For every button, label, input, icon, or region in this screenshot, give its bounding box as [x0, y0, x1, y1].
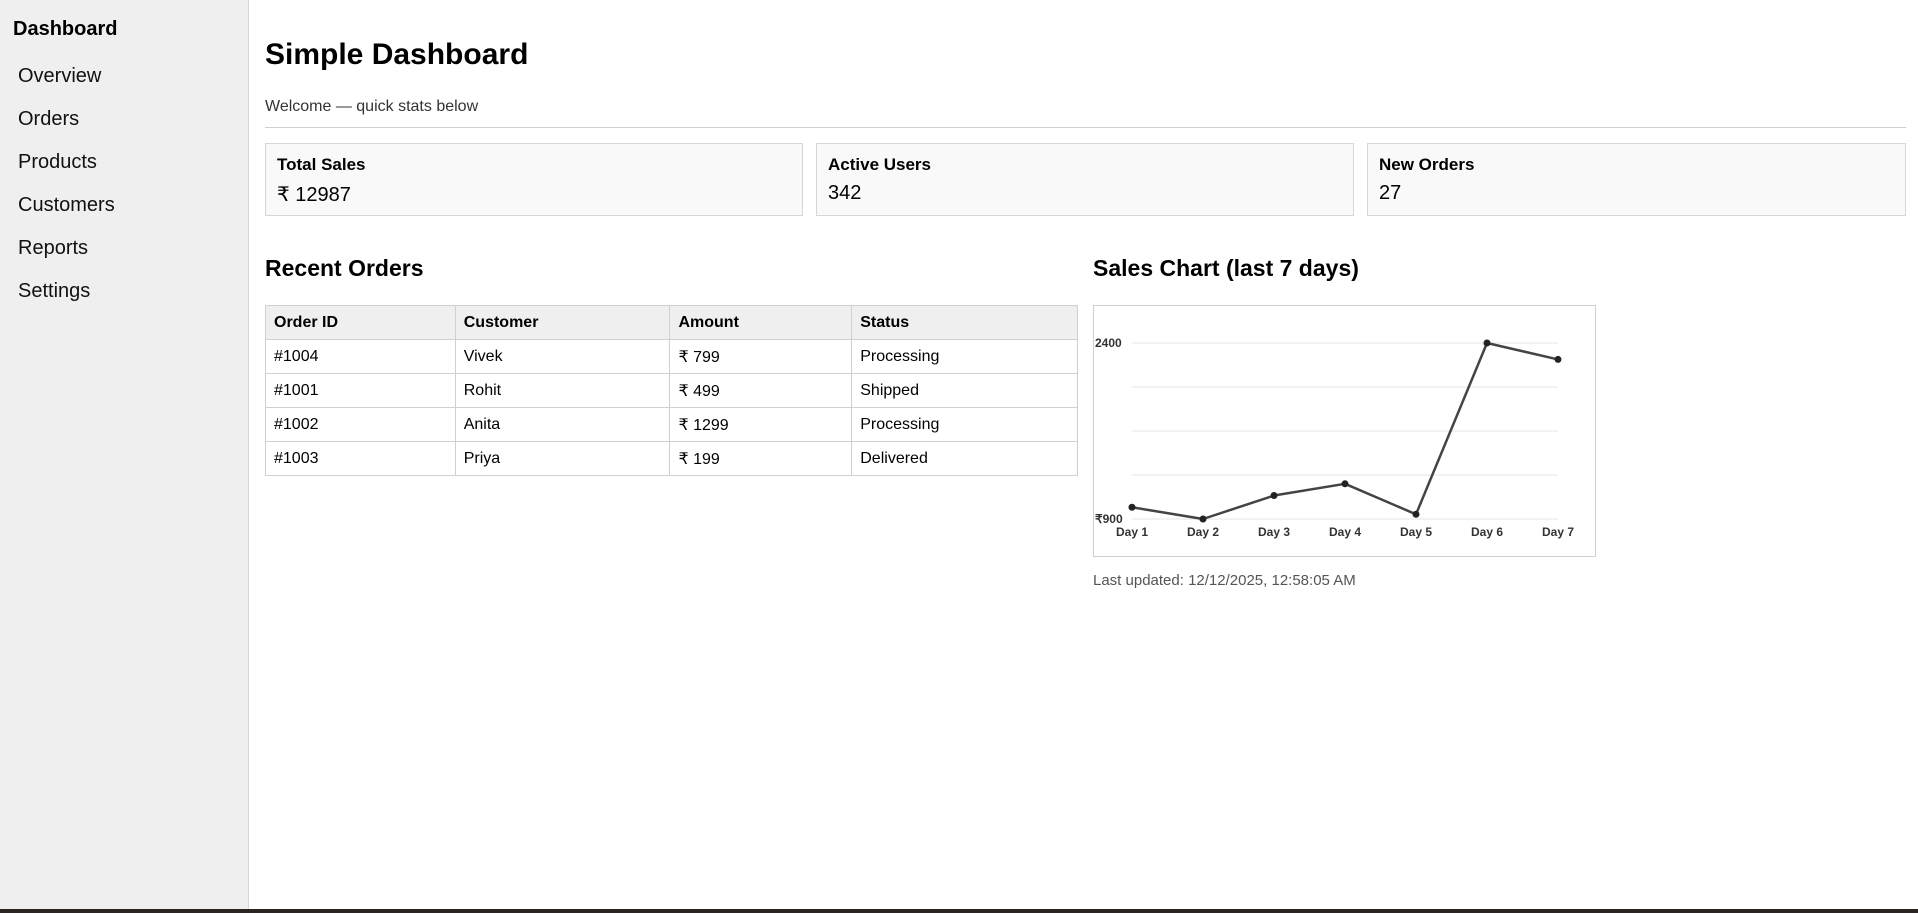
stat-card-total-sales: Total Sales ₹ 12987	[265, 143, 803, 216]
table-row[interactable]: #1004 Vivek ₹ 799 Processing	[265, 339, 1078, 374]
sales-data-point[interactable]	[1341, 480, 1349, 488]
customer-cell: Priya	[454, 441, 671, 476]
page-title: Simple Dashboard	[265, 38, 529, 71]
amount-cell: ₹ 799	[669, 339, 853, 374]
sidebar-item-settings[interactable]: Settings	[18, 280, 90, 303]
sidebar-item-customers[interactable]: Customers	[18, 194, 115, 217]
order-id-cell: #1004	[265, 339, 456, 374]
x-tick-label: Day 5	[1400, 525, 1432, 539]
status-cell: Shipped	[851, 373, 1078, 408]
customer-cell: Vivek	[454, 339, 671, 374]
y-tick-label-max: 2400	[1095, 336, 1122, 350]
header-divider	[265, 127, 1906, 128]
customer-cell: Anita	[454, 407, 671, 442]
amount-cell: ₹ 199	[669, 441, 853, 476]
x-tick-label: Day 1	[1116, 525, 1148, 539]
amount-cell: ₹ 499	[669, 373, 853, 408]
x-tick-label: Day 4	[1329, 525, 1361, 539]
sidebar-item-overview[interactable]: Overview	[18, 65, 101, 88]
customer-cell: Rohit	[454, 373, 671, 408]
order-id-cell: #1002	[265, 407, 456, 442]
sidebar: Dashboard Overview Orders Products Custo…	[0, 0, 249, 910]
column-header-order-id[interactable]: Order ID	[265, 305, 456, 340]
recent-orders-title: Recent Orders	[265, 255, 424, 281]
last-updated-text: Last updated: 12/12/2025, 12:58:05 AM	[1093, 572, 1356, 589]
sales-data-point[interactable]	[1483, 339, 1491, 347]
status-cell: Processing	[851, 339, 1078, 374]
bottom-edge-bar	[0, 909, 1918, 913]
column-header-customer[interactable]: Customer	[454, 305, 671, 340]
stat-value: 27	[1379, 182, 1402, 204]
x-tick-label: Day 6	[1471, 525, 1503, 539]
table-row[interactable]: #1001 Rohit ₹ 499 Shipped	[265, 373, 1078, 408]
status-cell: Delivered	[851, 441, 1078, 476]
x-tick-label: Day 3	[1258, 525, 1290, 539]
column-header-amount[interactable]: Amount	[669, 305, 853, 340]
sales-chart: 2400 ₹900 Day 1 Day 2 Day 3 Day 4 Day 5 Day 6 Da…	[1093, 305, 1596, 557]
table-row[interactable]: #1003 Priya ₹ 199 Delivered	[265, 441, 1078, 476]
stat-card-active-users: Active Users 342	[816, 143, 1354, 216]
y-tick-label-min: ₹900	[1095, 512, 1123, 526]
table-row[interactable]: #1002 Anita ₹ 1299 Processing	[265, 407, 1078, 442]
stat-label: New Orders	[1379, 155, 1475, 174]
sales-chart-svg: 2400 ₹900Day 1 Day 2 Day 3 Day 4 Day 5 Day 6 Da…	[1095, 336, 1574, 539]
sidebar-brand: Dashboard	[13, 18, 118, 40]
stat-value: ₹ 12987	[277, 184, 351, 206]
column-header-status[interactable]: Status	[851, 305, 1078, 340]
sidebar-item-orders[interactable]: Orders	[18, 108, 79, 131]
sales-data-point[interactable]	[1199, 515, 1207, 523]
sales-data-point[interactable]	[1128, 503, 1136, 511]
sidebar-item-products[interactable]: Products	[18, 151, 97, 174]
stat-label: Total Sales	[277, 155, 366, 174]
table-header-row: Order ID Customer Amount Status	[265, 305, 1078, 340]
order-id-cell: #1001	[265, 373, 456, 408]
sales-data-point[interactable]	[1270, 492, 1278, 500]
amount-cell: ₹ 1299	[669, 407, 853, 442]
status-cell: Processing	[851, 407, 1078, 442]
x-tick-label: Day 2	[1187, 525, 1219, 539]
sidebar-item-reports[interactable]: Reports	[18, 237, 88, 260]
x-tick-label: Day 7	[1542, 525, 1574, 539]
stat-card-new-orders: New Orders 27	[1367, 143, 1906, 216]
stat-label: Active Users	[828, 155, 932, 174]
orders-table: Order ID Customer Amount Status #1004 Vi…	[265, 305, 1078, 476]
page-subtitle: Welcome — quick stats below	[265, 98, 479, 115]
sales-data-point[interactable]	[1412, 510, 1420, 518]
stat-value: 342	[828, 182, 862, 204]
sales-chart-title: Sales Chart (last 7 days)	[1093, 255, 1359, 281]
sales-data-point[interactable]	[1554, 355, 1562, 363]
order-id-cell: #1003	[265, 441, 456, 476]
